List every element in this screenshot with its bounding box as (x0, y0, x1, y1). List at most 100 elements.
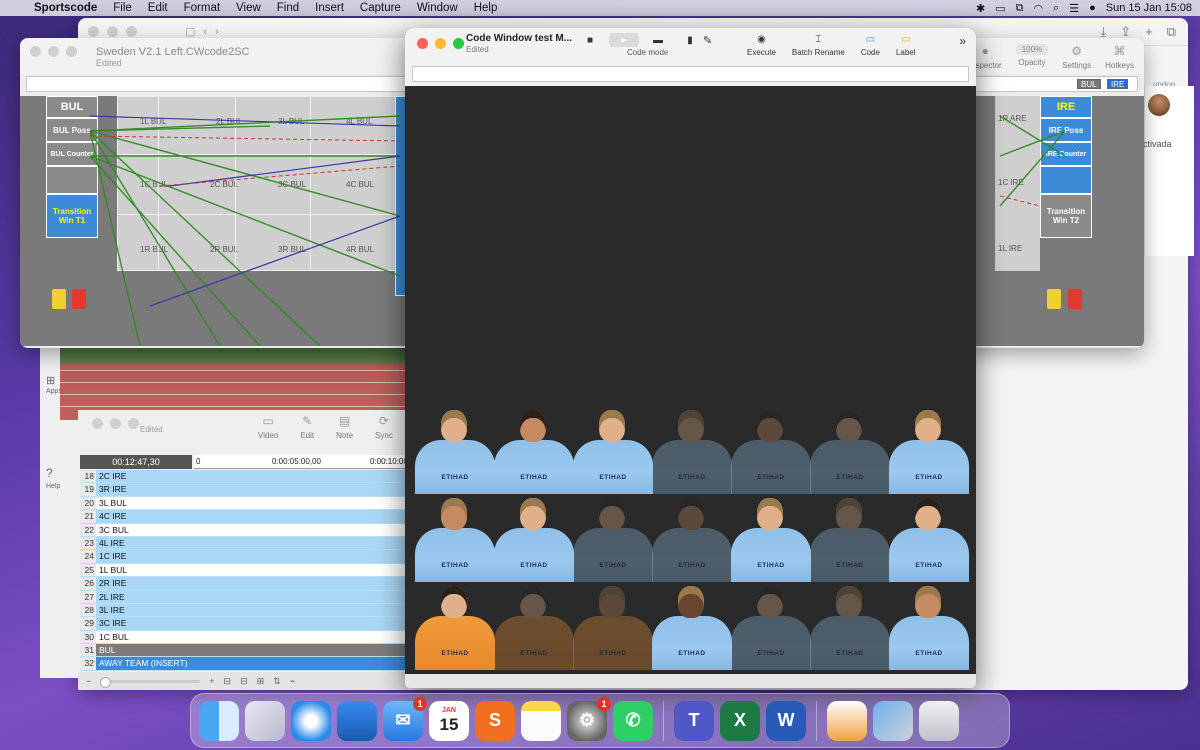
timeline-row-label[interactable]: BUL (96, 644, 192, 657)
mail-icon[interactable]: ✉ 1 (383, 696, 427, 741)
excel-icon[interactable]: X (720, 700, 760, 741)
downloads-stack-icon[interactable] (873, 700, 913, 741)
player-button[interactable]: ETIHAD (494, 408, 574, 494)
timecode-display[interactable]: 00:12:47,30 (80, 455, 192, 469)
timeline-row-label[interactable]: 3L IRE (96, 603, 192, 617)
label-button[interactable]: ▭ Label (896, 34, 916, 57)
player-button[interactable]: ETIHAD (731, 496, 811, 582)
timeline-row[interactable]: 31 BUL (80, 644, 408, 658)
timeline-row-track[interactable] (192, 496, 408, 510)
tabs-overview-icon[interactable]: ⧉ (1167, 24, 1176, 40)
player-button[interactable]: ETIHAD (810, 408, 890, 494)
photo-thumbnail-icon[interactable] (827, 700, 867, 741)
timeline-row[interactable]: 24 1C IRE (80, 550, 408, 564)
timeline-row[interactable]: 19 3R IRE (80, 483, 408, 497)
timeline-row[interactable]: 22 3C BUL (80, 523, 408, 537)
timeline-row[interactable]: 20 3L BUL (80, 496, 408, 511)
timeline-row[interactable]: 21 4C IRE (80, 510, 408, 524)
timeline-row-label[interactable]: 3L BUL (96, 496, 192, 510)
calendar-icon[interactable]: JAN 15 (429, 700, 469, 741)
timeline-row-label[interactable]: 3C BUL (96, 523, 192, 536)
player-button[interactable]: ETIHAD (494, 584, 574, 670)
player-button[interactable]: ETIHAD (731, 584, 811, 670)
video-button[interactable]: ▭ Video (258, 414, 278, 440)
timeline-row-track[interactable] (192, 657, 408, 670)
edit-mode-icon[interactable]: ▬ (645, 33, 671, 47)
player-button[interactable]: ETIHAD (652, 584, 732, 670)
search-icon[interactable]: ⌕ (1053, 2, 1059, 15)
player-button[interactable]: ETIHAD (810, 496, 890, 582)
timeline-window[interactable]: Edited ▭ Video ✎ Edit ▤ Note ⟳ Sync 00:12:47… (78, 410, 410, 690)
menu-window[interactable]: Window (417, 2, 458, 14)
timeline-row[interactable]: 18 2C IRE (80, 470, 408, 484)
timeline-row[interactable]: 30 1C BUL (80, 630, 408, 645)
player-button[interactable]: ETIHAD (652, 496, 732, 582)
close-button[interactable] (417, 38, 428, 49)
pencil-icon[interactable]: ✎ (703, 34, 712, 47)
player-button[interactable]: ETIHAD (889, 496, 969, 582)
timeline-row[interactable]: 29 3C IRE (80, 617, 408, 631)
player-button[interactable]: ETIHAD (415, 584, 495, 670)
timeline-row[interactable]: 23 4L IRE (80, 536, 408, 551)
timeline-row-label[interactable]: 2C IRE (96, 470, 192, 483)
timeline-row-track[interactable] (192, 470, 408, 483)
help-label[interactable]: Help (46, 483, 60, 490)
menu-find[interactable]: Find (277, 2, 299, 14)
finder-icon[interactable] (199, 700, 239, 741)
system-preferences-icon[interactable]: ⚙ 1 (567, 696, 611, 741)
timeline-row-label[interactable]: 1C IRE (96, 550, 192, 563)
menu-format[interactable]: Format (184, 2, 220, 14)
sync-button[interactable]: ⟳ Sync (375, 414, 393, 440)
batch-rename-button[interactable]: ⌶ Batch Rename (792, 34, 845, 57)
trash-icon[interactable] (919, 700, 959, 741)
toolbar-overflow-icon[interactable]: » (959, 34, 966, 48)
timeline-row-label[interactable]: 4C IRE (96, 510, 192, 523)
layout-icon[interactable]: ⊟ (240, 676, 248, 687)
code-mode-button[interactable]: ▸ (609, 33, 639, 47)
team-selector-ire[interactable]: IRE (1107, 79, 1129, 89)
menu-clock[interactable]: Sun 15 Jan 15:08 (1106, 2, 1192, 14)
minimize-button[interactable] (48, 46, 59, 57)
launchpad-icon[interactable] (245, 700, 285, 741)
player-button[interactable]: ETIHAD (889, 584, 969, 670)
code-window-search-input[interactable] (412, 66, 969, 82)
wifi-icon[interactable]: ◠ (1033, 2, 1043, 15)
keynote-icon[interactable] (337, 700, 377, 741)
zoom-value[interactable]: 100% (1015, 44, 1049, 55)
timeline-row-track[interactable] (192, 510, 408, 523)
timeline-row[interactable]: 26 2R IRE (80, 577, 408, 591)
close-button[interactable] (92, 418, 103, 429)
timeline-row-label[interactable]: 1L BUL (96, 563, 192, 577)
player-button[interactable]: ETIHAD (652, 408, 732, 494)
sidebar-toggle-icon[interactable]: ▢ (185, 25, 195, 38)
timeline-row-track[interactable] (192, 644, 408, 657)
timeline-row[interactable]: 32 AWAY TEAM (INSERT) (80, 657, 408, 671)
siri-icon[interactable]: ● (1089, 2, 1096, 14)
note-button[interactable]: ▤ Note (336, 414, 353, 440)
timeline-row-track[interactable] (192, 577, 408, 590)
player-button[interactable]: ETIHAD (731, 408, 811, 494)
stats-mode-icon[interactable]: ▮ (677, 33, 703, 47)
teams-icon[interactable]: T (674, 700, 714, 741)
player-button[interactable]: ETIHAD (573, 408, 653, 494)
player-button[interactable]: ETIHAD (573, 496, 653, 582)
menu-edit[interactable]: Edit (148, 2, 168, 14)
control-center-icon[interactable]: ☰ (1069, 2, 1079, 15)
new-tab-icon[interactable]: + (1145, 24, 1153, 40)
zoom-in-icon[interactable]: + (209, 676, 214, 686)
timeline-row-label[interactable]: 2R IRE (96, 577, 192, 590)
player-button[interactable]: ETIHAD (415, 496, 495, 582)
zoom-button[interactable] (126, 26, 137, 37)
sort-icon[interactable]: ⇅ (273, 676, 281, 687)
code-window[interactable]: Code Window test M... Edited ■ ▸ ▬ ▮ Cod… (405, 28, 976, 688)
menu-file[interactable]: File (113, 2, 132, 14)
bluetooth-icon[interactable]: ✱ (976, 2, 985, 15)
safari-icon[interactable] (291, 700, 331, 741)
team-selector-bul[interactable]: BUL (1077, 79, 1101, 89)
battery-icon[interactable]: ▭ (995, 2, 1005, 15)
timeline-row-track[interactable] (192, 590, 408, 603)
zoom-button[interactable] (453, 38, 464, 49)
back-arrow-icon[interactable]: ‹ (203, 26, 207, 38)
timeline-row-label[interactable]: 4L IRE (96, 536, 192, 550)
timeline-row[interactable]: 28 3L IRE (80, 603, 408, 618)
